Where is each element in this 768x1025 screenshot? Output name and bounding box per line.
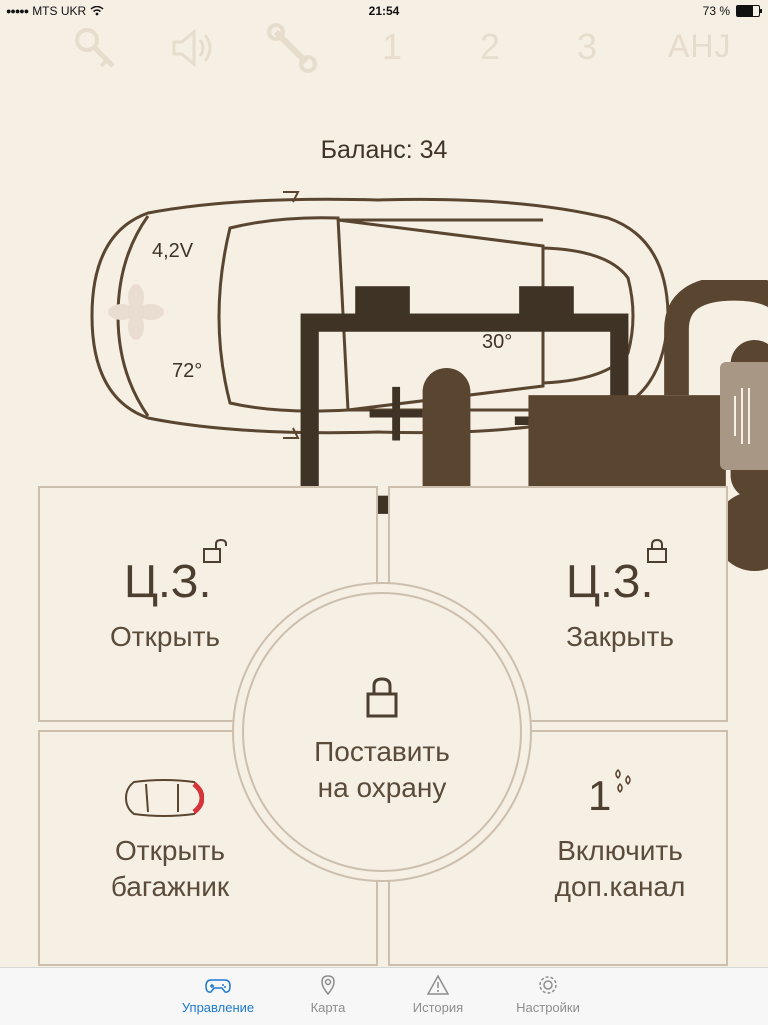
- warning-icon: [426, 974, 450, 995]
- tab-history[interactable]: История: [388, 974, 488, 1015]
- gamepad-icon: [205, 979, 231, 993]
- arm-label: Поставить на охрану: [314, 736, 450, 803]
- gear-icon: [539, 976, 557, 994]
- channel-1-icon[interactable]: 1: [362, 18, 422, 78]
- tab-control[interactable]: Управление: [168, 974, 268, 1015]
- lock-icon: [366, 677, 398, 718]
- engine-temperature: 72°: [172, 360, 203, 382]
- channel-3-icon[interactable]: 3: [557, 18, 617, 78]
- aux-channel-label-line2: доп.канал: [554, 871, 686, 902]
- car-diagram: + -: [88, 188, 768, 600]
- battery-percent: 73 %: [702, 4, 730, 18]
- lock-label: Закрыть: [566, 621, 674, 652]
- aux-channel-label-line1: Включить: [557, 835, 683, 866]
- status-time: 21:54: [368, 4, 400, 18]
- open-trunk-label-line2: багажник: [110, 871, 230, 902]
- open-trunk-label-line1: Открыть: [115, 835, 225, 866]
- channel-2-icon[interactable]: 2: [460, 18, 520, 78]
- tab-map[interactable]: Карта: [278, 974, 378, 1015]
- cabin-temperature: 30°: [482, 331, 513, 353]
- wrench-icon[interactable]: [262, 18, 322, 78]
- battery-icon: [736, 5, 762, 17]
- side-drawer-handle[interactable]: [720, 362, 768, 470]
- tab-settings[interactable]: Настройки: [498, 974, 598, 1015]
- speaker-icon[interactable]: [162, 18, 222, 78]
- channel-1-icon: 1: [588, 772, 612, 819]
- spray-icon: [615, 768, 631, 794]
- central-lock-title: Ц.З.: [566, 555, 654, 607]
- arm-alarm-button[interactable]: Поставить на охрану: [232, 582, 532, 882]
- tab-bar: Управление Карта История Настройки: [0, 967, 768, 1025]
- car-trunk-icon: [124, 779, 204, 817]
- key-icon[interactable]: [65, 18, 125, 78]
- central-lock-title: Ц.З.: [124, 555, 212, 607]
- balance-label: Баланс: 34: [320, 136, 448, 164]
- ahj-icon[interactable]: AHJ: [668, 28, 731, 65]
- map-pin-icon: [321, 975, 335, 996]
- battery-voltage: 4,2V: [152, 240, 194, 262]
- top-quick-actions: 1 2 3 AHJ: [60, 18, 740, 78]
- unlock-label: Открыть: [110, 621, 220, 652]
